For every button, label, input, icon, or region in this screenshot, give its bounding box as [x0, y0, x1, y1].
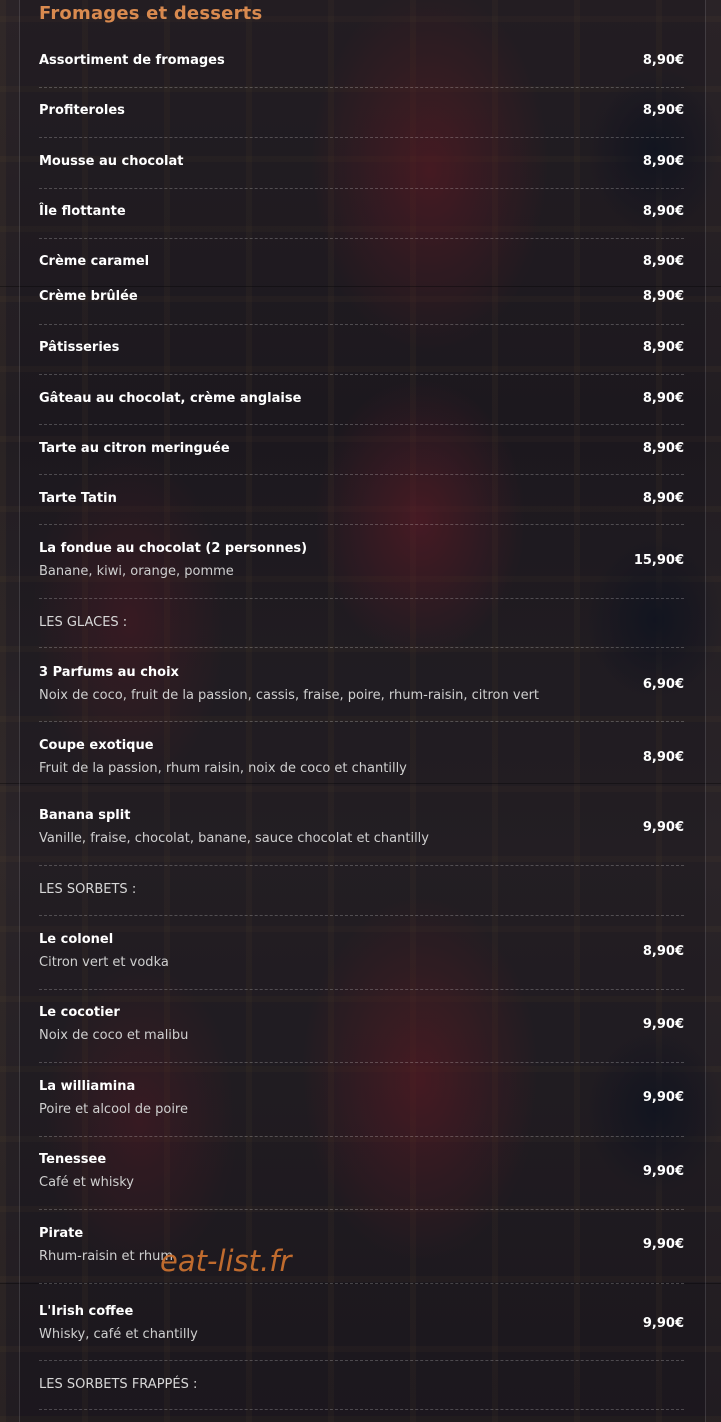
menu-item: Banana split Vanille, fraise, chocolat, …	[39, 805, 684, 866]
menu-item: Coupe exotique Fruit de la passion, rhum…	[39, 735, 684, 783]
item-name: Le colonel	[39, 932, 114, 947]
item-description: Banane, kiwi, orange, pomme	[39, 564, 234, 579]
watermark: eat-list.fr	[160, 1244, 292, 1278]
section-title: Fromages et desserts	[39, 3, 263, 24]
item-price: 9,90€	[642, 1090, 684, 1105]
item-name: Tarte Tatin	[39, 491, 117, 506]
menu-item: La fondue au chocolat (2 personnes) Bana…	[39, 538, 684, 599]
menu-item: Tarte au citron meringuée 8,90€	[39, 438, 684, 475]
menu-item: La williamina Poire et alcool de poire 9…	[39, 1076, 684, 1137]
menu-item: Gâteau au chocolat, crème anglaise 8,90€	[39, 388, 684, 425]
item-price: 8,90€	[642, 204, 684, 219]
item-description: Rhum-raisin et rhum	[39, 1249, 174, 1264]
menu-item: Tarte Tatin 8,90€	[39, 488, 684, 525]
item-price: 9,90€	[642, 1164, 684, 1179]
item-price: 9,90€	[642, 1237, 684, 1252]
menu-item: Crème brûlée 8,90€	[39, 287, 684, 325]
menu-item: Île flottante 8,90€	[39, 201, 684, 239]
subsection-label: LES SORBETS FRAPPÉS :	[39, 1377, 198, 1392]
item-name: Tenessee	[39, 1152, 107, 1167]
item-name: Tarte au citron meringuée	[39, 441, 230, 456]
item-price: 8,90€	[642, 441, 684, 456]
menu-item: L'Irish coffee Whisky, café et chantilly…	[39, 1301, 684, 1361]
item-description: Whisky, café et chantilly	[39, 1327, 198, 1342]
menu-item: Tenessee Café et whisky 9,90€	[39, 1149, 684, 1210]
item-description: Fruit de la passion, rhum raisin, noix d…	[39, 761, 407, 776]
item-price: 8,90€	[642, 154, 684, 169]
menu-item: Pirate Rhum-raisin et rhum 9,90€	[39, 1223, 684, 1284]
item-name: Pirate	[39, 1226, 84, 1241]
menu-item: Mousse au chocolat 8,90€	[39, 151, 684, 189]
item-price: 8,90€	[642, 103, 684, 118]
item-name: Crème brûlée	[39, 289, 138, 304]
subsection-header: LES SORBETS FRAPPÉS :	[39, 1374, 684, 1410]
subsection-header: LES GLACES :	[39, 612, 684, 648]
item-description: Citron vert et vodka	[39, 955, 169, 970]
item-name: La williamina	[39, 1079, 136, 1094]
menu-item: Le cocotier Noix de coco et malibu 9,90€	[39, 1002, 684, 1063]
item-description: Café et whisky	[39, 1175, 134, 1190]
item-price: 8,90€	[642, 289, 684, 304]
item-description: Vanille, fraise, chocolat, banane, sauce…	[39, 831, 429, 846]
item-name: L'Irish coffee	[39, 1304, 134, 1319]
menu-item: Le colonel Citron vert et vodka 8,90€	[39, 929, 684, 990]
menu-item: Pâtisseries 8,90€	[39, 337, 684, 375]
item-price: 6,90€	[642, 677, 684, 692]
item-price: 8,90€	[642, 944, 684, 959]
menu-item: Assortiment de fromages 8,90€	[39, 50, 684, 88]
item-name: Le cocotier	[39, 1005, 120, 1020]
subsection-label: LES GLACES :	[39, 615, 128, 630]
menu-item: Profiteroles 8,90€	[39, 100, 684, 138]
item-name: Mousse au chocolat	[39, 154, 184, 169]
item-description: Poire et alcool de poire	[39, 1102, 188, 1117]
item-price: 9,90€	[642, 820, 684, 835]
item-name: Île flottante	[39, 204, 126, 219]
item-name: Pâtisseries	[39, 340, 120, 355]
item-name: 3 Parfums au choix	[39, 665, 179, 680]
item-name: Gâteau au chocolat, crème anglaise	[39, 391, 302, 406]
item-name: Banana split	[39, 808, 131, 823]
item-price: 8,90€	[642, 750, 684, 765]
item-price: 15,90€	[633, 553, 684, 568]
item-name: Profiteroles	[39, 103, 125, 118]
item-price: 8,90€	[642, 391, 684, 406]
item-price: 9,90€	[642, 1316, 684, 1331]
item-description: Noix de coco et malibu	[39, 1028, 189, 1043]
subsection-label: LES SORBETS :	[39, 882, 137, 897]
item-price: 8,90€	[642, 254, 684, 269]
item-description: Noix de coco, fruit de la passion, cassi…	[39, 688, 540, 703]
item-name: Assortiment de fromages	[39, 53, 225, 68]
item-price: 9,90€	[642, 1017, 684, 1032]
item-price: 8,90€	[642, 491, 684, 506]
subsection-header: LES SORBETS :	[39, 879, 684, 916]
item-price: 8,90€	[642, 340, 684, 355]
menu-item: Crème caramel 8,90€	[39, 251, 684, 287]
menu-item: 3 Parfums au choix Noix de coco, fruit d…	[39, 662, 684, 722]
item-name: Coupe exotique	[39, 738, 154, 753]
item-price: 8,90€	[642, 53, 684, 68]
item-name: Crème caramel	[39, 254, 150, 269]
item-name: La fondue au chocolat (2 personnes)	[39, 541, 308, 556]
